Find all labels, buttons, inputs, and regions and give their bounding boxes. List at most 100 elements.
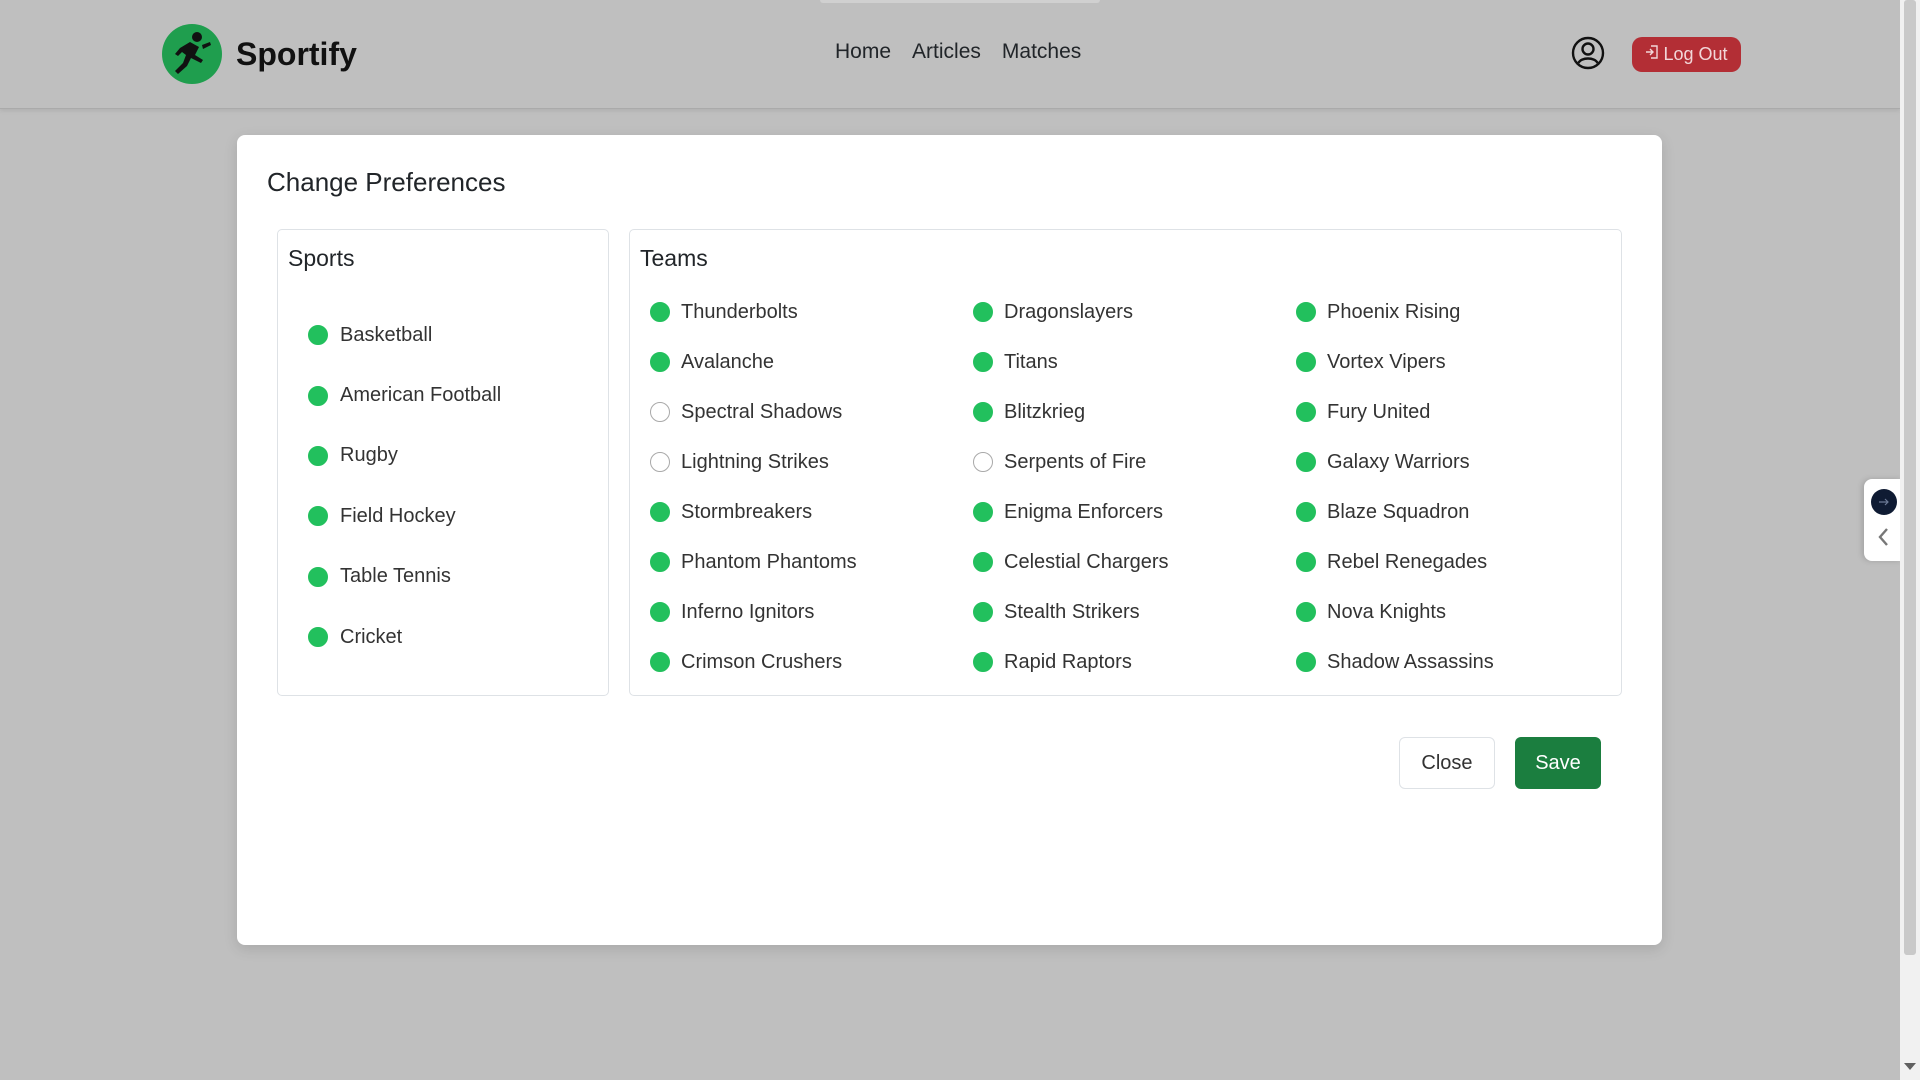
team-option-label: Nova Knights (1327, 600, 1446, 623)
radio-checked-icon[interactable] (1296, 502, 1316, 522)
team-option-label: Shadow Assassins (1327, 650, 1494, 673)
team-option-label: Blaze Squadron (1327, 500, 1470, 523)
radio-checked-icon[interactable] (973, 652, 993, 672)
team-option[interactable]: Dragonslayers (973, 287, 1296, 337)
radio-checked-icon[interactable] (650, 552, 670, 572)
radio-checked-icon[interactable] (973, 352, 993, 372)
team-option[interactable]: Avalanche (650, 337, 973, 387)
radio-unchecked-icon[interactable] (973, 452, 993, 472)
radio-checked-icon[interactable] (650, 652, 670, 672)
brand-name: Sportify (236, 35, 357, 72)
team-option[interactable]: Serpents of Fire (973, 437, 1296, 487)
radio-unchecked-icon[interactable] (650, 452, 670, 472)
team-option-label: Stormbreakers (681, 500, 813, 523)
logout-label: Log Out (1663, 44, 1728, 64)
sport-option[interactable]: Rugby (308, 426, 501, 486)
sport-option[interactable]: American Football (308, 365, 501, 425)
team-option[interactable]: Crimson Crushers (650, 637, 973, 687)
radio-checked-icon[interactable] (308, 566, 328, 587)
sport-option-label: Rugby (340, 444, 398, 467)
scroll-down-arrow-icon[interactable] (1904, 1063, 1916, 1070)
team-option[interactable]: Lightning Strikes (650, 437, 973, 487)
team-option-label: Rapid Raptors (1004, 650, 1132, 673)
team-option[interactable]: Galaxy Warriors (1296, 437, 1596, 487)
team-option-label: Crimson Crushers (681, 650, 843, 673)
team-option-label: Stealth Strikers (1004, 600, 1140, 623)
sport-option-label: Field Hockey (340, 504, 456, 527)
team-option-label: Vortex Vipers (1327, 350, 1446, 373)
teams-grid: Thunderbolts Dragonslayers Phoenix Rising A… (650, 287, 1596, 687)
radio-checked-icon[interactable] (1296, 652, 1316, 672)
nav-articles[interactable]: Articles (912, 40, 981, 64)
sport-option[interactable]: Basketball (308, 305, 501, 365)
save-button[interactable]: Save (1515, 737, 1601, 789)
team-option[interactable]: Thunderbolts (650, 287, 973, 337)
team-option-label: Phantom Phantoms (681, 550, 857, 573)
radio-checked-icon[interactable] (1296, 302, 1316, 322)
team-option[interactable]: Inferno Ignitors (650, 587, 973, 637)
team-option[interactable]: Vortex Vipers (1296, 337, 1596, 387)
radio-checked-icon[interactable] (308, 325, 328, 346)
team-option[interactable]: Blaze Squadron (1296, 487, 1596, 537)
logout-button[interactable]: Log Out (1632, 37, 1741, 72)
radio-checked-icon[interactable] (973, 552, 993, 572)
radio-checked-icon[interactable] (308, 385, 328, 406)
sport-option-label: Basketball (340, 323, 433, 346)
sport-option[interactable]: Table Tennis (308, 547, 501, 607)
radio-checked-icon[interactable] (650, 302, 670, 322)
team-option-label: Celestial Chargers (1004, 550, 1169, 573)
team-option[interactable]: Shadow Assassins (1296, 637, 1596, 687)
page-scrollbar[interactable] (1900, 0, 1920, 1080)
radio-checked-icon[interactable] (973, 602, 993, 622)
team-option[interactable]: Spectral Shadows (650, 387, 973, 437)
nav-matches[interactable]: Matches (1002, 40, 1081, 64)
radio-checked-icon[interactable] (1296, 552, 1316, 572)
modal-title: Change Preferences (267, 167, 506, 197)
sport-option[interactable]: Field Hockey (308, 486, 501, 546)
teams-panel: Teams Thunderbolts Dragonslayers Phoenix R… (629, 229, 1622, 696)
team-option[interactable]: Rebel Renegades (1296, 537, 1596, 587)
assistant-icon[interactable] (1871, 489, 1897, 515)
radio-checked-icon[interactable] (650, 352, 670, 372)
radio-checked-icon[interactable] (650, 602, 670, 622)
radio-checked-icon[interactable] (308, 445, 328, 466)
team-option-label: Dragonslayers (1004, 300, 1133, 323)
team-option[interactable]: Nova Knights (1296, 587, 1596, 637)
team-option[interactable]: Celestial Chargers (973, 537, 1296, 587)
team-option[interactable]: Stormbreakers (650, 487, 973, 537)
radio-checked-icon[interactable] (650, 502, 670, 522)
team-option-label: Spectral Shadows (681, 400, 843, 423)
nav-home[interactable]: Home (835, 40, 891, 64)
sport-option[interactable]: Cricket (308, 607, 501, 667)
team-option-label: Galaxy Warriors (1327, 450, 1470, 473)
team-option[interactable]: Phantom Phantoms (650, 537, 973, 587)
team-option[interactable]: Phoenix Rising (1296, 287, 1596, 337)
radio-checked-icon[interactable] (973, 302, 993, 322)
team-option-label: Rebel Renegades (1327, 550, 1488, 573)
team-option[interactable]: Titans (973, 337, 1296, 387)
side-widget[interactable] (1864, 479, 1902, 561)
radio-unchecked-icon[interactable] (650, 402, 670, 422)
sports-list: Basketball American Football Rugby Field Ho… (308, 305, 501, 667)
radio-checked-icon[interactable] (1296, 352, 1316, 372)
chevron-left-icon[interactable] (1874, 525, 1894, 549)
radio-checked-icon[interactable] (308, 627, 328, 648)
team-option[interactable]: Rapid Raptors (973, 637, 1296, 687)
team-option[interactable]: Stealth Strikers (973, 587, 1296, 637)
brand[interactable]: Sportify (162, 24, 357, 84)
team-option-label: Serpents of Fire (1004, 450, 1147, 473)
top-navbar: Sportify Home Articles Matches Log Out (0, 0, 1900, 109)
close-button[interactable]: Close (1399, 737, 1495, 789)
radio-checked-icon[interactable] (1296, 602, 1316, 622)
radio-checked-icon[interactable] (1296, 402, 1316, 422)
radio-checked-icon[interactable] (1296, 452, 1316, 472)
radio-checked-icon[interactable] (973, 502, 993, 522)
team-option[interactable]: Enigma Enforcers (973, 487, 1296, 537)
radio-checked-icon[interactable] (973, 402, 993, 422)
team-option-label: Phoenix Rising (1327, 300, 1461, 323)
user-profile-icon[interactable] (1571, 36, 1605, 70)
radio-checked-icon[interactable] (308, 506, 328, 527)
team-option[interactable]: Fury United (1296, 387, 1596, 437)
team-option[interactable]: Blitzkrieg (973, 387, 1296, 437)
scrollbar-thumb[interactable] (1904, 0, 1916, 955)
